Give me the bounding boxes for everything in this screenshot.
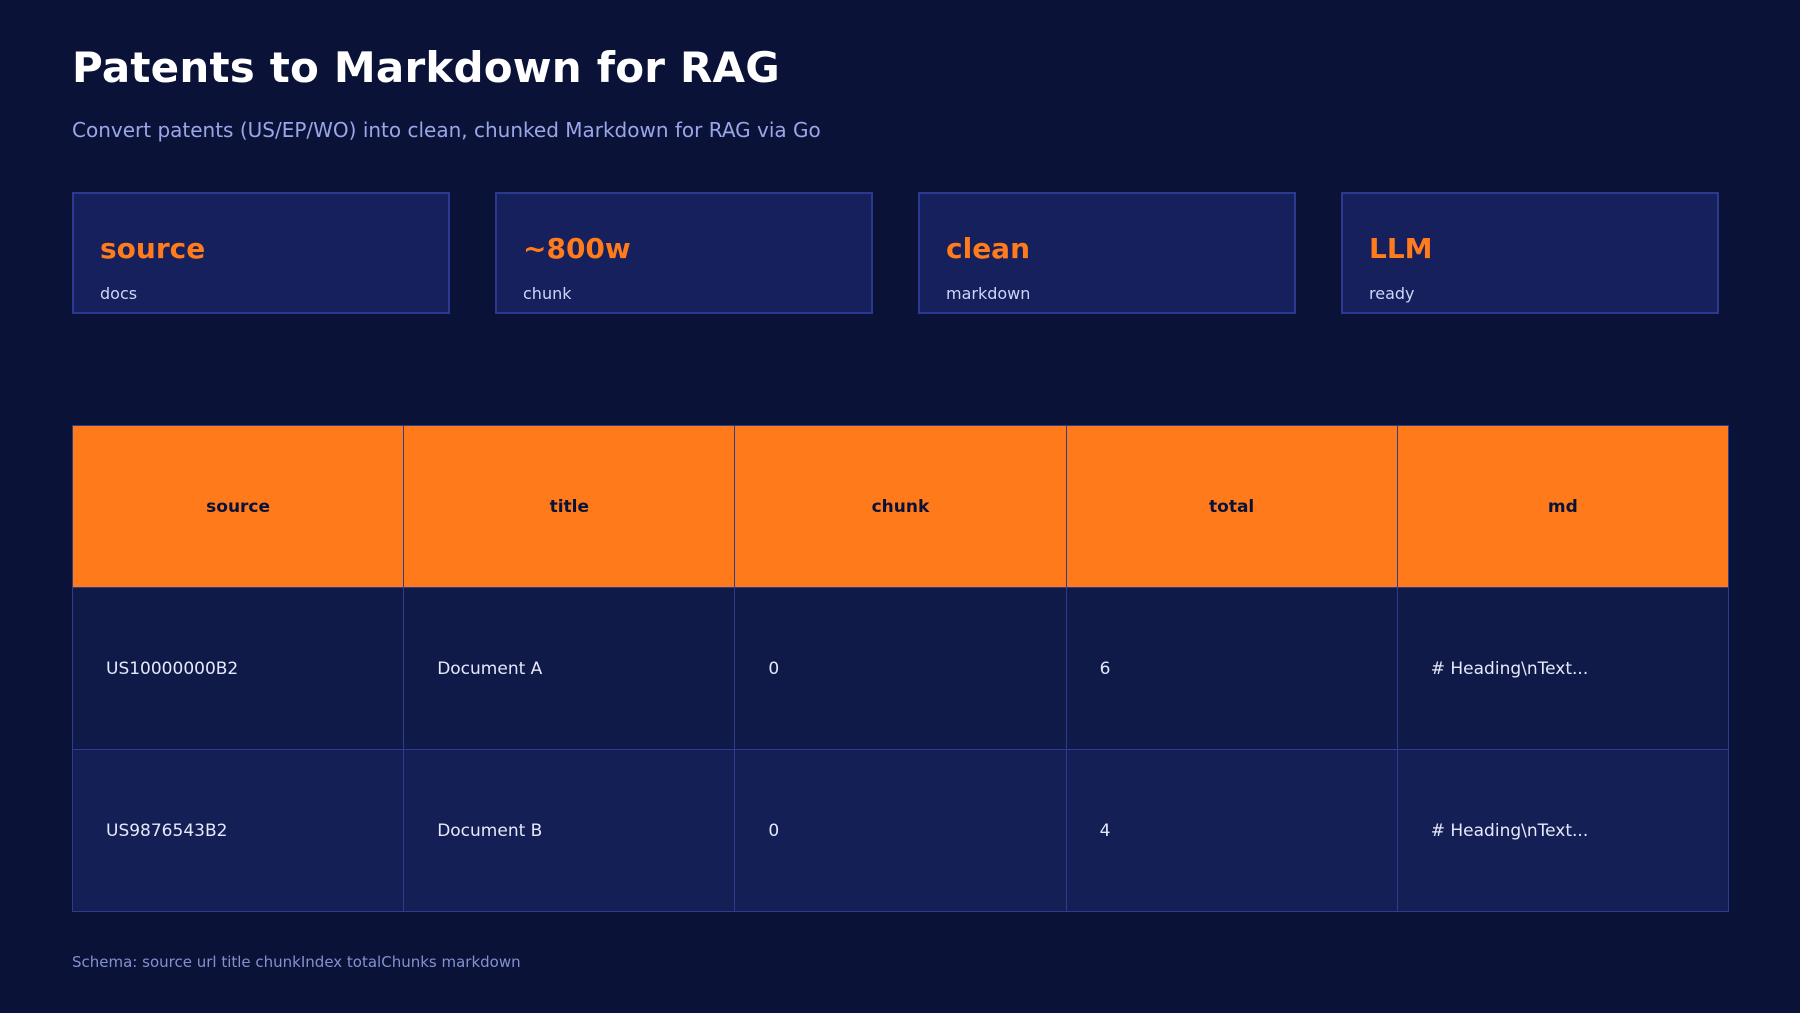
table-row: US9876543B2 Document B 0 4 # Heading\nTe… — [71, 749, 1730, 912]
page-title: Patents to Markdown for RAG — [72, 43, 780, 92]
column-header-total: total — [1065, 425, 1398, 588]
cell-source: US10000000B2 — [71, 587, 405, 750]
cell-total: 4 — [1065, 749, 1398, 912]
stat-label: ready — [1369, 284, 1415, 303]
cell-chunk: 0 — [734, 749, 1067, 912]
stat-card-source: source docs — [72, 192, 450, 314]
cell-md: # Heading\nText... — [1396, 749, 1730, 912]
column-header-md: md — [1396, 425, 1730, 588]
cell-source: US9876543B2 — [71, 749, 405, 912]
column-header-chunk: chunk — [734, 425, 1067, 588]
column-header-title: title — [403, 425, 736, 588]
stat-label: markdown — [946, 284, 1031, 303]
results-table: source title chunk total md US10000000B2… — [71, 425, 1730, 912]
table-header-row: source title chunk total md — [71, 425, 1730, 588]
stat-label: chunk — [523, 284, 572, 303]
stat-cards: source docs ~800w chunk clean markdown L… — [72, 192, 1722, 314]
cell-title: Document A — [403, 587, 736, 750]
stat-value: clean — [946, 232, 1031, 265]
stat-card-llm: LLM ready — [1341, 192, 1719, 314]
page-subtitle: Convert patents (US/EP/WO) into clean, c… — [72, 118, 821, 142]
column-header-source: source — [71, 425, 405, 588]
stat-value: ~800w — [523, 232, 631, 265]
stat-label: docs — [100, 284, 138, 303]
cell-md: # Heading\nText... — [1396, 587, 1730, 750]
stat-card-chunk: ~800w chunk — [495, 192, 873, 314]
results-table-container: source title chunk total md US10000000B2… — [71, 425, 1730, 912]
stat-card-markdown: clean markdown — [918, 192, 1296, 314]
stat-value: source — [100, 232, 206, 265]
schema-note: Schema: source url title chunkIndex tota… — [72, 953, 521, 971]
cell-chunk: 0 — [734, 587, 1067, 750]
cell-title: Document B — [403, 749, 736, 912]
table-row: US10000000B2 Document A 0 6 # Heading\nT… — [71, 587, 1730, 750]
cell-total: 6 — [1065, 587, 1398, 750]
stat-value: LLM — [1369, 232, 1433, 265]
page: Patents to Markdown for RAG Convert pate… — [0, 0, 1800, 1013]
